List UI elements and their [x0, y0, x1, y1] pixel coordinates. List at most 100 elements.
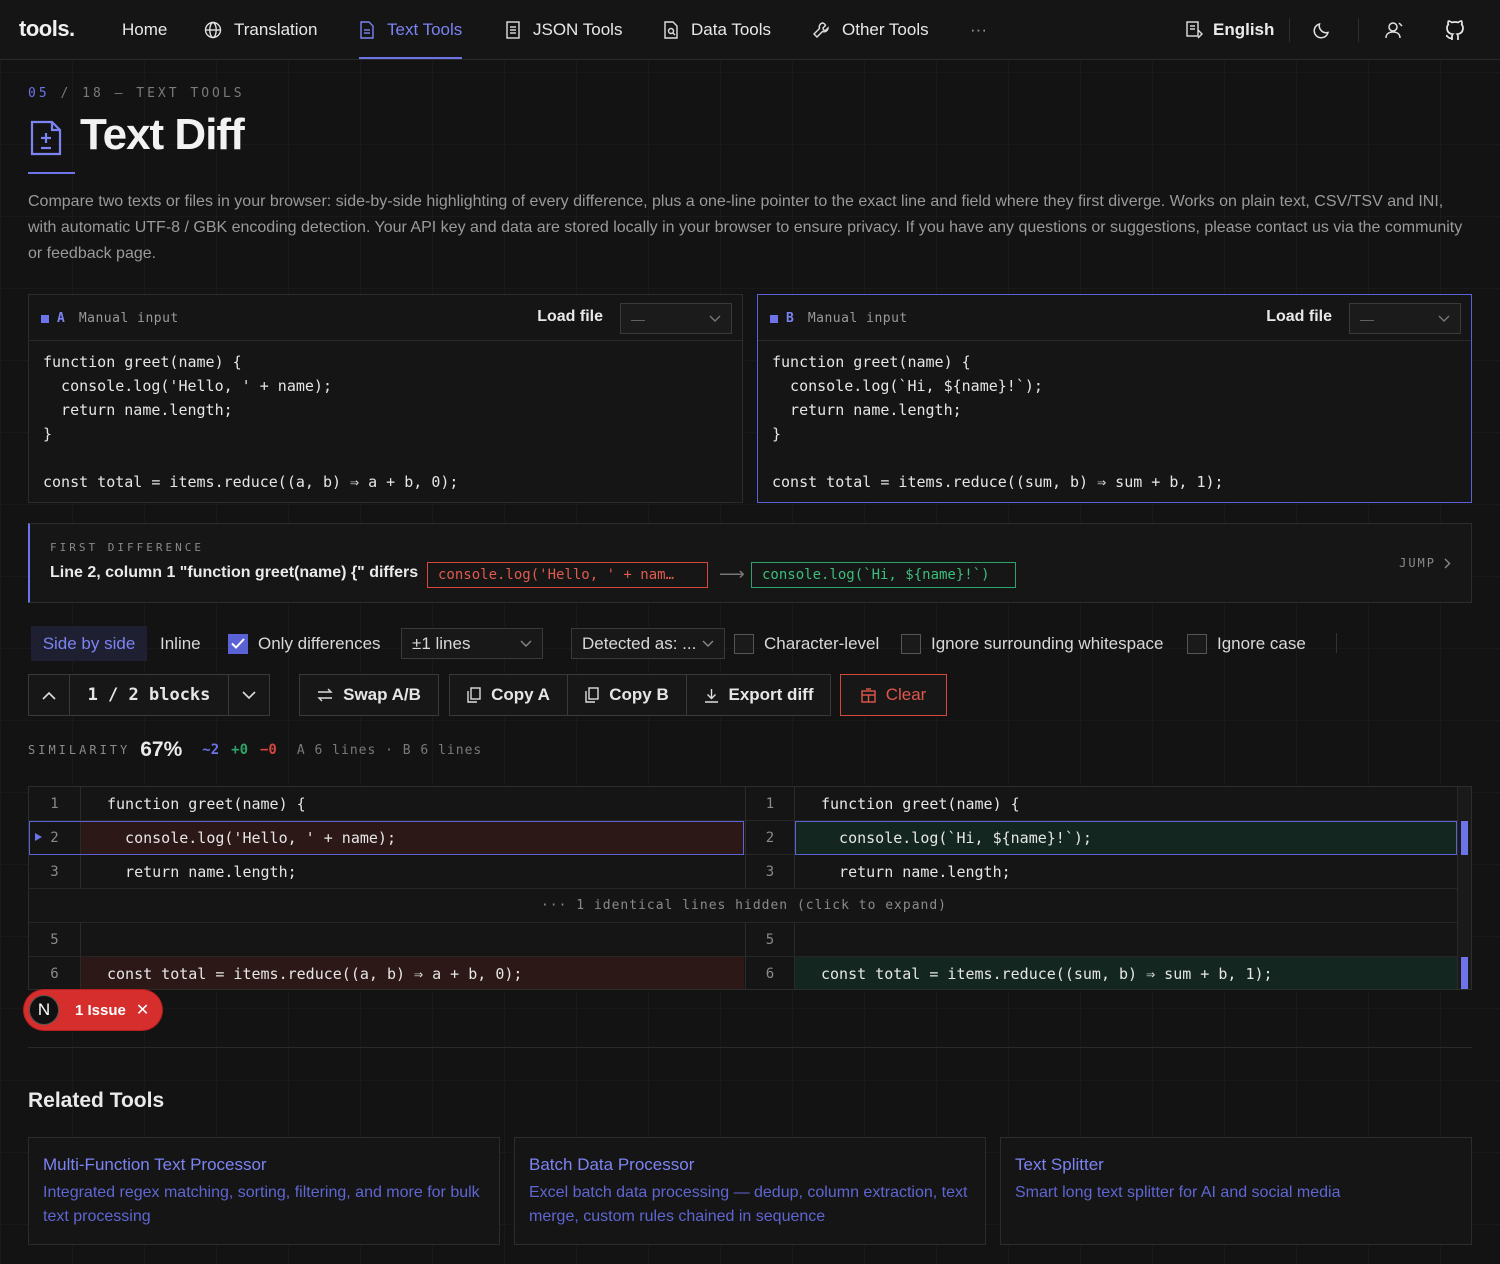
copy-a-button[interactable]: Copy A	[449, 674, 568, 716]
inline-tab[interactable]: Inline	[160, 627, 201, 660]
related-tool-card[interactable]: Batch Data Processor Excel batch data pr…	[514, 1137, 986, 1245]
first-difference-bar[interactable]: FIRST DIFFERENCE Line 2, column 1 "funct…	[28, 523, 1472, 603]
next-block-button[interactable]	[228, 674, 270, 716]
theme-toggle[interactable]	[1312, 0, 1332, 60]
table-row: 3 return name.length; 3 return name.leng…	[29, 855, 1459, 889]
code-line-b: return name.length;	[821, 862, 1011, 881]
line-number-a: 2	[29, 821, 81, 854]
language-switch[interactable]: English	[1186, 0, 1274, 60]
similarity-bar: SIMILARITY 67% ~2 +0 −0 A 6 lines · B 6 …	[28, 736, 482, 764]
breadcrumb: 05 / 18 — TEXT TOOLS	[28, 86, 245, 101]
previous-block-button[interactable]	[28, 674, 70, 716]
nav-json-tools[interactable]: JSON Tools	[505, 0, 622, 60]
nav-data-tools[interactable]: Data Tools	[663, 0, 771, 60]
related-tool-card[interactable]: Text Splitter Smart long text splitter f…	[1000, 1137, 1472, 1245]
chevron-down-icon	[1438, 315, 1450, 323]
table-row-changed[interactable]: 2 console.log('Hello, ' + name); 2 conso…	[29, 821, 1459, 855]
close-icon[interactable]: ✕	[136, 1000, 149, 1020]
removed-count: −0	[260, 742, 277, 758]
translate-icon	[1186, 21, 1204, 39]
related-tools-title: Related Tools	[28, 1089, 165, 1112]
nav-other-tools[interactable]: Other Tools	[812, 0, 929, 60]
similarity-label: SIMILARITY	[28, 743, 131, 757]
jump-button[interactable]: JUMP	[1399, 556, 1451, 570]
changed-count: ~2	[202, 742, 220, 758]
copy-b-button[interactable]: Copy B	[567, 674, 687, 716]
panel-a-header: A Manual input Load file —	[29, 295, 742, 341]
code-line-b-inserted: console.log(`Hi, ${name}!`);	[795, 821, 1457, 854]
context-lines-select[interactable]: ±1 lines	[401, 628, 543, 659]
clear-label: Clear	[885, 685, 927, 704]
issue-badge[interactable]: N 1 Issue ✕	[24, 990, 162, 1030]
related-tool-title: Multi-Function Text Processor	[43, 1155, 267, 1174]
github-icon	[1444, 19, 1466, 41]
jump-label: JUMP	[1399, 556, 1436, 570]
load-file-label-a: Load file	[537, 308, 603, 325]
n-logo-icon: N	[29, 995, 59, 1025]
nav-data-tools-label: Data Tools	[691, 20, 772, 39]
text-input-a[interactable]: function greet(name) { console.log('Hell…	[29, 341, 742, 503]
line-number-a: 3	[29, 855, 81, 888]
github-link[interactable]	[1444, 0, 1466, 60]
encoding-detected-select[interactable]: Detected as: ...	[571, 628, 725, 659]
file-code-icon	[505, 21, 521, 39]
nav-home[interactable]: Home	[122, 0, 167, 60]
table-row-changed[interactable]: 6 const total = items.reduce((a, b) ⇒ a …	[29, 957, 1459, 989]
chevron-right-icon	[1444, 558, 1451, 569]
expand-hidden-lines[interactable]: ··· 1 identical lines hidden (click to e…	[29, 889, 1459, 923]
trash-icon	[860, 687, 876, 703]
side-by-side-tab[interactable]: Side by side	[31, 626, 147, 661]
copy-a-label: Copy A	[491, 685, 550, 704]
minimap-change-marker[interactable]	[1461, 957, 1468, 989]
line-number-a-value: 2	[50, 829, 59, 846]
ignore-whitespace-label: Ignore surrounding whitespace	[931, 633, 1164, 653]
nav-home-label: Home	[122, 20, 168, 39]
text-input-b[interactable]: function greet(name) { console.log(`Hi, …	[758, 341, 1471, 503]
square-marker-icon	[770, 314, 778, 323]
table-row: 1 function greet(name) { 1 function gree…	[29, 787, 1459, 821]
first-difference-old: console.log('Hello, ' + nam…	[427, 562, 708, 588]
line-number-b: 1	[745, 787, 795, 820]
line-number-a: 1	[29, 787, 81, 820]
title-underline	[28, 172, 75, 174]
document-icon	[359, 21, 375, 39]
moon-icon	[1312, 20, 1332, 40]
copy-icon	[467, 687, 481, 703]
character-level-checkbox[interactable]: Character-level	[734, 627, 879, 660]
similarity-value: 67%	[140, 738, 183, 761]
load-file-select-a[interactable]: —	[620, 303, 732, 334]
only-differences-checkbox[interactable]: Only differences	[228, 627, 381, 660]
nav-text-tools[interactable]: Text Tools	[359, 0, 463, 60]
nav-divider	[1289, 18, 1290, 42]
code-line-a: function greet(name) {	[107, 794, 306, 813]
more-menu[interactable]: ···	[970, 0, 987, 60]
export-diff-label: Export diff	[728, 685, 814, 704]
panel-a-mode: Manual input	[78, 311, 179, 326]
account-button[interactable]	[1384, 0, 1404, 60]
diff-minimap[interactable]	[1457, 787, 1471, 989]
line-number-b: 6	[745, 957, 795, 989]
user-icon	[1384, 20, 1404, 40]
ignore-case-checkbox[interactable]: Ignore case	[1187, 627, 1306, 660]
swap-ab-button[interactable]: Swap A/B	[299, 674, 439, 716]
page-title: Text Diff	[80, 110, 245, 159]
encoding-detected-value: Detected as: ...	[582, 633, 697, 653]
clear-button[interactable]: Clear	[840, 674, 947, 716]
logo[interactable]: tools.	[19, 16, 75, 42]
related-tool-card[interactable]: Multi-Function Text Processor Integrated…	[28, 1137, 500, 1245]
related-tool-title: Text Splitter	[1015, 1155, 1104, 1174]
nav-divider	[1358, 18, 1359, 42]
line-number-a: 5	[29, 923, 81, 956]
panel-b-tag: B Manual input	[770, 311, 908, 326]
load-file-select-a-value: —	[631, 310, 645, 327]
chevron-down-icon	[709, 315, 721, 323]
swap-icon	[317, 688, 333, 702]
minimap-change-marker[interactable]	[1461, 821, 1468, 855]
load-file-select-b-value: —	[1360, 310, 1374, 327]
load-file-select-b[interactable]: —	[1349, 303, 1461, 334]
export-diff-button[interactable]: Export diff	[686, 674, 831, 716]
code-line-b	[795, 923, 1457, 956]
ignore-whitespace-checkbox[interactable]: Ignore surrounding whitespace	[901, 627, 1163, 660]
nav-translation[interactable]: Translation	[204, 0, 317, 60]
related-tool-desc: Excel batch data processing — dedup, col…	[529, 1184, 968, 1225]
